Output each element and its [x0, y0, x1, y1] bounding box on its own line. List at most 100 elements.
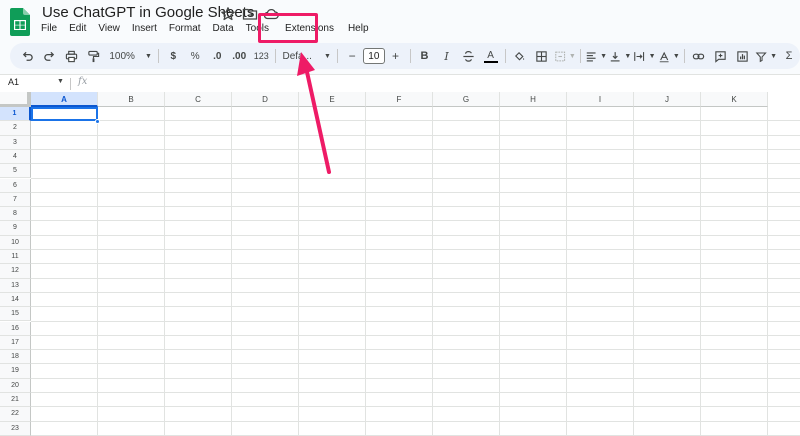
decrease-font-size-button[interactable]: −	[342, 46, 362, 66]
row-header-23[interactable]: 23	[0, 421, 31, 436]
menu-help[interactable]: Help	[342, 22, 375, 38]
row-header-12[interactable]: 12	[0, 264, 31, 279]
column-header-k[interactable]: K	[701, 92, 768, 107]
row-header-6[interactable]: 6	[0, 178, 31, 193]
row-header-18[interactable]: 18	[0, 350, 31, 365]
selected-cell-a1[interactable]	[31, 107, 98, 121]
text-wrapping-button[interactable]: ▼	[633, 46, 656, 66]
row-header-1[interactable]: 1	[0, 107, 31, 122]
grid-column-line	[365, 107, 366, 436]
print-button[interactable]	[61, 46, 81, 66]
row-header-20[interactable]: 20	[0, 378, 31, 393]
row-header-17[interactable]: 17	[0, 335, 31, 351]
column-header-e[interactable]: E	[299, 92, 366, 107]
insert-comment-button[interactable]	[711, 46, 731, 66]
grid-row-line	[31, 320, 800, 322]
filter-button[interactable]: ▼	[755, 46, 777, 66]
fill-handle[interactable]	[95, 119, 100, 124]
menu-edit[interactable]: Edit	[63, 22, 92, 38]
column-header-g[interactable]: G	[433, 92, 500, 107]
row-header-11[interactable]: 11	[0, 250, 31, 265]
number-format-button[interactable]: 123	[251, 46, 271, 66]
filter-caret-icon: ▼	[770, 52, 778, 60]
column-header-b[interactable]: B	[98, 92, 165, 107]
currency-format-button[interactable]: $	[163, 46, 183, 66]
sheets-logo-icon[interactable]	[10, 8, 30, 36]
grid-row-line	[31, 234, 800, 236]
vertical-align-button[interactable]: ▼	[609, 46, 631, 66]
menu-data[interactable]: Data	[207, 22, 240, 38]
zoom-select[interactable]: 100% ▼	[109, 46, 152, 66]
insert-link-button[interactable]	[689, 46, 709, 66]
text-rotation-icon	[659, 51, 669, 62]
strikethrough-button[interactable]	[459, 46, 479, 66]
grid-column-line	[164, 107, 165, 436]
comment-plus-icon	[715, 50, 726, 63]
grid-row-line	[31, 363, 800, 365]
menu-view[interactable]: View	[92, 22, 126, 38]
menu-format[interactable]: Format	[163, 22, 207, 38]
move-folder-icon[interactable]	[242, 6, 258, 22]
row-header-2[interactable]: 2	[0, 121, 31, 136]
functions-button[interactable]: Σ	[779, 46, 799, 66]
redo-button[interactable]	[39, 46, 59, 66]
row-header-21[interactable]: 21	[0, 393, 31, 408]
star-icon[interactable]	[220, 6, 236, 22]
row-header-7[interactable]: 7	[0, 192, 31, 208]
row-header-22[interactable]: 22	[0, 407, 31, 422]
row-header-19[interactable]: 19	[0, 364, 31, 379]
merge-cells-button[interactable]: ▼	[554, 46, 576, 66]
insert-chart-button[interactable]	[733, 46, 753, 66]
column-header-f[interactable]: F	[366, 92, 433, 107]
menu-insert[interactable]: Insert	[126, 22, 163, 38]
grid-row-line	[31, 406, 800, 408]
bold-button[interactable]: B	[415, 46, 435, 66]
row-header-15[interactable]: 15	[0, 307, 31, 322]
row-header-14[interactable]: 14	[0, 292, 31, 308]
borders-button[interactable]	[532, 46, 552, 66]
grid-column-line	[499, 107, 500, 436]
undo-button[interactable]	[17, 46, 37, 66]
row-header-10[interactable]: 10	[0, 235, 31, 250]
font-select[interactable]: Defa... ▼	[282, 46, 331, 66]
column-header-c[interactable]: C	[165, 92, 232, 107]
column-header-h[interactable]: H	[500, 92, 567, 107]
increase-decimal-button[interactable]: .00	[229, 46, 249, 66]
italic-button[interactable]: I	[437, 46, 457, 66]
row-header-9[interactable]: 9	[0, 221, 31, 236]
row-header-4[interactable]: 4	[0, 149, 31, 165]
row-header-5[interactable]: 5	[0, 164, 31, 179]
row-header-16[interactable]: 16	[0, 321, 31, 336]
text-rotation-button[interactable]: ▼	[658, 46, 680, 66]
name-box[interactable]: A1	[8, 77, 19, 87]
select-all-corner[interactable]	[0, 92, 31, 107]
horizontal-align-button[interactable]: ▼	[585, 46, 607, 66]
column-header-a[interactable]: A	[31, 92, 98, 107]
row-header-8[interactable]: 8	[0, 207, 31, 222]
grid-column-line	[566, 107, 567, 436]
grid-row-line	[31, 249, 800, 250]
fill-color-button[interactable]	[510, 46, 530, 66]
text-color-button[interactable]: A	[481, 46, 501, 66]
text-wrap-icon	[634, 51, 645, 61]
grid-row-line	[31, 392, 800, 393]
row-header-13[interactable]: 13	[0, 278, 31, 293]
spreadsheet-grid[interactable]: A B C D E F G H I J K 1 2 3 4 5 6 7 8 9 10 11 12 13 14 15 16 17 18 19…	[0, 92, 800, 436]
paint-format-button[interactable]	[83, 46, 103, 66]
decrease-decimal-button[interactable]: .0	[207, 46, 227, 66]
font-size-input[interactable]: 10	[363, 48, 385, 64]
row-header-3[interactable]: 3	[0, 135, 31, 150]
column-header-j[interactable]: J	[634, 92, 701, 107]
text-color-label: A	[487, 49, 494, 61]
percent-format-button[interactable]: %	[185, 46, 205, 66]
menu-file[interactable]: File	[35, 22, 63, 38]
font-value: Defa...	[282, 50, 312, 62]
increase-font-size-button[interactable]: +	[386, 46, 406, 66]
name-box-caret-icon[interactable]: ▼	[57, 78, 64, 85]
filter-icon	[755, 51, 767, 62]
borders-icon	[536, 50, 547, 62]
column-header-d[interactable]: D	[232, 92, 299, 107]
grid-column-line	[97, 107, 98, 436]
column-header-i[interactable]: I	[567, 92, 634, 107]
grid-row-line	[31, 306, 800, 308]
